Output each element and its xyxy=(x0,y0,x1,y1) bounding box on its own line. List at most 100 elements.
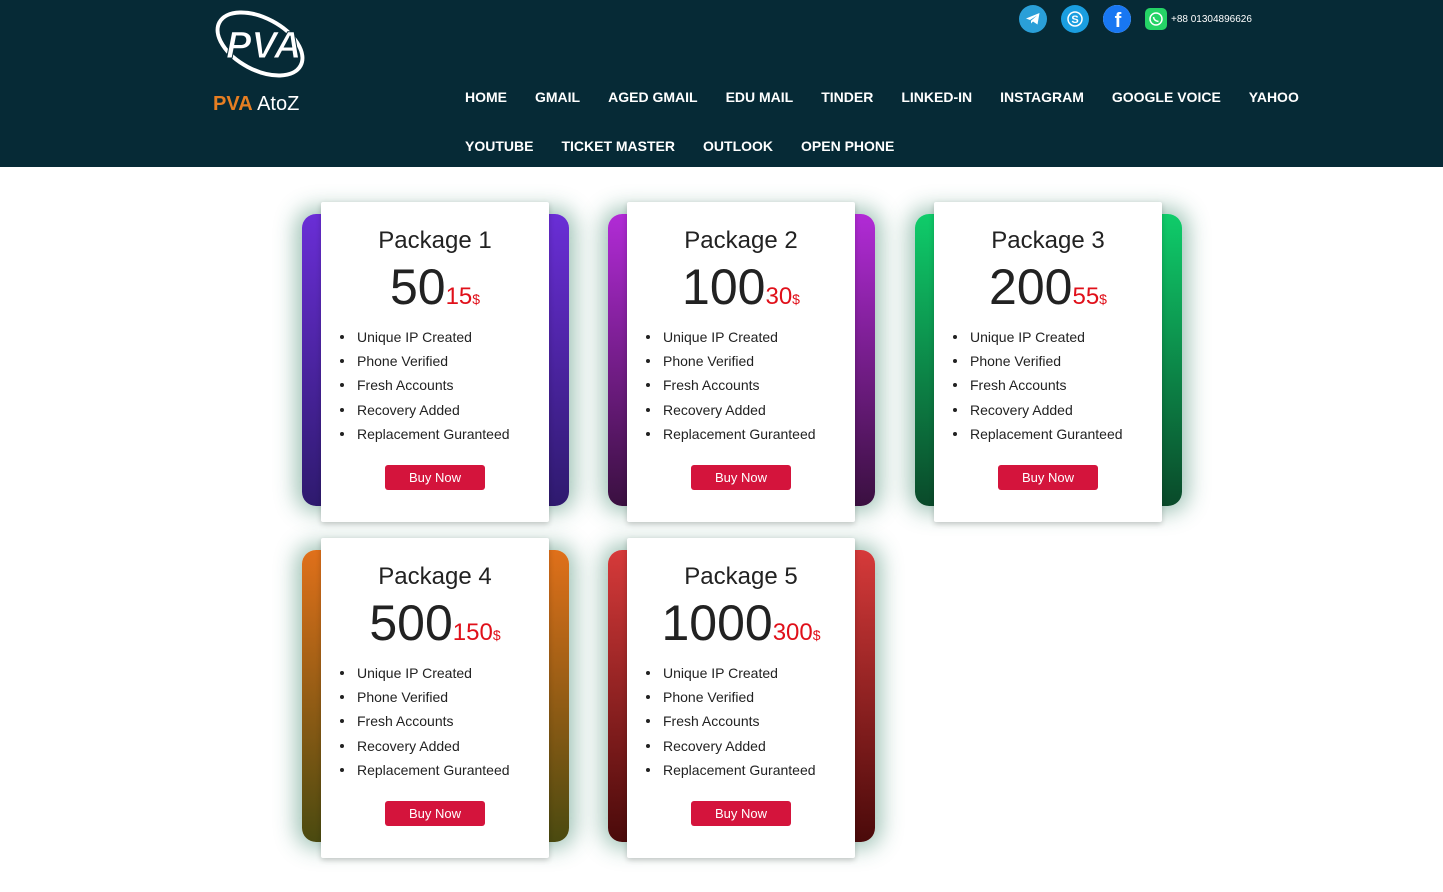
nav-item-ticket-master[interactable]: TICKET MASTER xyxy=(547,138,689,154)
package-card-2: Package 2 10030$ Unique IP Created Phone… xyxy=(608,202,875,522)
feature-item: Phone Verified xyxy=(644,685,855,709)
logo-text: PVA xyxy=(226,25,301,67)
nav-item-instagram[interactable]: INSTAGRAM xyxy=(986,89,1098,105)
package-card-body: Package 4 500150$ Unique IP Created Phon… xyxy=(321,538,549,858)
nav-item-outlook[interactable]: OUTLOOK xyxy=(689,138,787,154)
whatsapp-contact[interactable]: +88 01304896626 xyxy=(1145,8,1252,30)
whatsapp-icon[interactable] xyxy=(1145,8,1167,30)
nav-item-aged-gmail[interactable]: AGED GMAIL xyxy=(594,89,711,105)
package-card-body: Package 3 20055$ Unique IP Created Phone… xyxy=(934,202,1162,522)
brand-name-part2: AtoZ xyxy=(257,93,300,115)
package-currency: $ xyxy=(492,627,501,643)
nav-item-home[interactable]: HOME xyxy=(451,89,521,105)
package-features: Unique IP Created Phone Verified Fresh A… xyxy=(338,661,549,782)
package-cost: 55 xyxy=(1072,283,1100,310)
package-card-body: Package 2 10030$ Unique IP Created Phone… xyxy=(627,202,855,522)
package-cost: 150 xyxy=(452,619,493,646)
package-title: Package 1 xyxy=(378,227,492,254)
main-nav: HOME GMAIL AGED GMAIL EDU MAIL TINDER LI… xyxy=(451,72,1299,170)
package-card-1: Package 1 5015$ Unique IP Created Phone … xyxy=(302,202,569,522)
buy-now-button[interactable]: Buy Now xyxy=(998,465,1098,490)
feature-item: Replacement Guranteed xyxy=(644,758,855,782)
package-currency: $ xyxy=(1099,291,1107,307)
feature-item: Phone Verified xyxy=(951,349,1162,373)
feature-item: Fresh Accounts xyxy=(644,373,855,397)
package-features: Unique IP Created Phone Verified Fresh A… xyxy=(338,325,549,446)
nav-item-open-phone[interactable]: OPEN PHONE xyxy=(787,138,908,154)
package-quantity: 50 xyxy=(389,259,446,315)
package-cost: 30 xyxy=(765,283,793,310)
feature-item: Phone Verified xyxy=(338,685,549,709)
feature-item: Recovery Added xyxy=(338,734,549,758)
feature-item: Fresh Accounts xyxy=(338,709,549,733)
package-title: Package 3 xyxy=(991,227,1105,254)
nav-item-youtube[interactable]: YOUTUBE xyxy=(451,138,547,154)
package-title: Package 5 xyxy=(684,563,798,590)
feature-item: Replacement Guranteed xyxy=(338,758,549,782)
nav-item-edu-mail[interactable]: EDU MAIL xyxy=(712,89,808,105)
buy-now-button[interactable]: Buy Now xyxy=(385,801,485,826)
feature-item: Unique IP Created xyxy=(338,661,549,685)
package-title: Package 2 xyxy=(684,227,798,254)
nav-item-gmail[interactable]: GMAIL xyxy=(521,89,594,105)
package-quantity: 500 xyxy=(369,595,453,651)
pva-logo[interactable]: PVA xyxy=(212,6,312,78)
feature-item: Recovery Added xyxy=(338,398,549,422)
skype-icon[interactable]: S xyxy=(1061,5,1089,33)
nav-item-linked-in[interactable]: LINKED-IN xyxy=(887,89,986,105)
feature-item: Unique IP Created xyxy=(644,661,855,685)
package-currency: $ xyxy=(792,291,800,307)
social-links: S f +88 01304896626 xyxy=(1019,5,1252,33)
brand-name-part1: PVA xyxy=(213,93,253,115)
package-quantity: 1000 xyxy=(661,595,773,651)
package-title: Package 4 xyxy=(378,563,492,590)
brand-name[interactable]: PVA AtoZ xyxy=(213,93,299,116)
package-currency: $ xyxy=(472,291,481,307)
nav-row-2: YOUTUBE TICKET MASTER OUTLOOK OPEN PHONE xyxy=(451,121,1291,170)
package-card-5: Package 5 1000300$ Unique IP Created Pho… xyxy=(608,538,875,858)
feature-item: Replacement Guranteed xyxy=(338,422,549,446)
feature-item: Unique IP Created xyxy=(644,325,855,349)
feature-item: Recovery Added xyxy=(644,734,855,758)
package-features: Unique IP Created Phone Verified Fresh A… xyxy=(644,325,855,446)
package-quantity: 200 xyxy=(989,259,1073,315)
package-cost: 15 xyxy=(445,283,473,310)
package-card-3: Package 3 20055$ Unique IP Created Phone… xyxy=(915,202,1182,522)
telegram-icon[interactable] xyxy=(1019,5,1047,33)
feature-item: Replacement Guranteed xyxy=(644,422,855,446)
feature-item: Fresh Accounts xyxy=(338,373,549,397)
package-card-body: Package 1 5015$ Unique IP Created Phone … xyxy=(321,202,549,522)
package-features: Unique IP Created Phone Verified Fresh A… xyxy=(951,325,1162,446)
feature-item: Unique IP Created xyxy=(338,325,549,349)
svg-text:S: S xyxy=(1071,14,1078,26)
nav-item-google-voice[interactable]: GOOGLE VOICE xyxy=(1098,89,1235,105)
buy-now-button[interactable]: Buy Now xyxy=(691,465,791,490)
nav-item-yahoo[interactable]: YAHOO xyxy=(1235,89,1313,105)
feature-item: Unique IP Created xyxy=(951,325,1162,349)
package-price: 1000300$ xyxy=(627,595,855,651)
nav-row-1: HOME GMAIL AGED GMAIL EDU MAIL TINDER LI… xyxy=(451,72,1299,121)
feature-item: Fresh Accounts xyxy=(951,373,1162,397)
feature-item: Recovery Added xyxy=(644,398,855,422)
package-card-4: Package 4 500150$ Unique IP Created Phon… xyxy=(302,538,569,858)
package-cost: 300 xyxy=(772,619,813,646)
svg-text:f: f xyxy=(1115,10,1122,32)
package-price: 20055$ xyxy=(934,259,1162,315)
phone-number[interactable]: +88 01304896626 xyxy=(1171,14,1252,25)
package-card-body: Package 5 1000300$ Unique IP Created Pho… xyxy=(627,538,855,858)
buy-now-button[interactable]: Buy Now xyxy=(385,465,485,490)
package-price: 500150$ xyxy=(321,595,549,651)
feature-item: Fresh Accounts xyxy=(644,709,855,733)
package-features: Unique IP Created Phone Verified Fresh A… xyxy=(644,661,855,782)
package-currency: $ xyxy=(812,627,821,643)
facebook-icon[interactable]: f xyxy=(1103,5,1131,33)
buy-now-button[interactable]: Buy Now xyxy=(691,801,791,826)
feature-item: Phone Verified xyxy=(338,349,549,373)
package-price: 5015$ xyxy=(321,259,549,315)
feature-item: Replacement Guranteed xyxy=(951,422,1162,446)
site-header: PVA PVA AtoZ S f +88 01304896626 HOME GM… xyxy=(0,0,1443,167)
feature-item: Recovery Added xyxy=(951,398,1162,422)
feature-item: Phone Verified xyxy=(644,349,855,373)
nav-item-tinder[interactable]: TINDER xyxy=(807,89,887,105)
package-quantity: 100 xyxy=(682,259,766,315)
